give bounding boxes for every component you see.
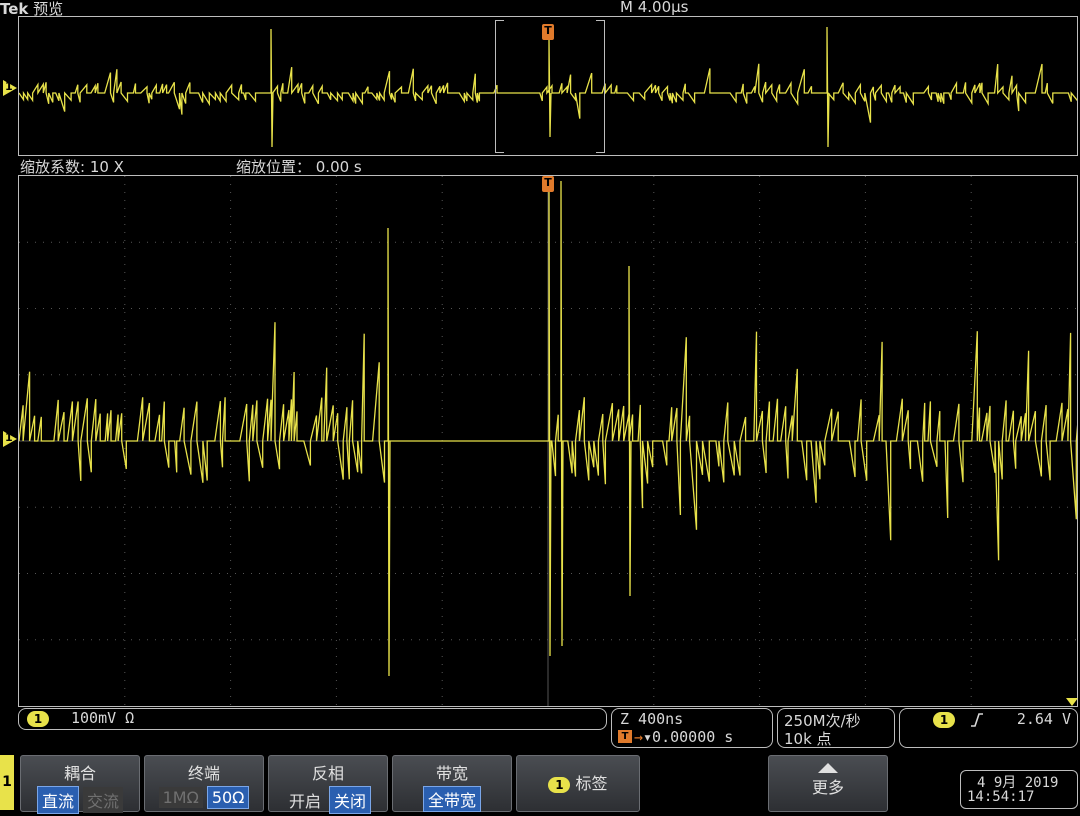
more-title: 更多 [811,778,844,797]
zoom-channel-marker[interactable]: 1 [3,431,17,447]
termination-button[interactable]: 终端 1MΩ 50Ω [144,755,264,812]
invert-button[interactable]: 反相 开启 关闭 [268,755,388,814]
trigger-source-chip: 1 [933,712,955,728]
label-channel-chip: 1 [548,776,571,793]
time: 14:54:17 [967,789,1035,805]
channel-scale: 100mV Ω [71,709,135,727]
zoom-scale: Z 400ns [620,710,684,728]
coupling-button[interactable]: 耦合 直流 交流 [20,755,140,814]
channel-chip: 1 [27,711,49,727]
bandwidth-button[interactable]: 带宽 全带宽 [392,755,512,812]
channel-readout[interactable]: 1 100mV Ω [18,708,607,730]
zoom-factor: 缩放系数: 10 X [20,158,124,176]
termination-50-option[interactable]: 50Ω [206,786,250,809]
acquisition-readout[interactable]: 250M次/秒 10k 点 [777,708,895,748]
horizontal-readout[interactable]: Z 400ns T →▾0.00000 s [611,708,773,748]
chevron-up-icon [818,763,838,773]
bandwidth-title: 带宽 [435,764,468,783]
datetime-display[interactable]: 4 9月 2019 14:54:17 [960,770,1078,809]
record-length: 10k 点 [784,730,832,748]
label-title: 标签 [575,774,608,793]
zoom-waveform [19,176,1077,706]
zoom-position: 缩放位置： 0.00 s [236,158,362,176]
trigger-level-marker [1066,698,1078,706]
bandwidth-full-option[interactable]: 全带宽 [422,786,481,812]
termination-title: 终端 [187,764,220,783]
invert-on-option[interactable]: 开启 [285,787,325,813]
invert-title: 反相 [311,764,344,783]
trigger-readout[interactable]: 1 2.64 V [899,708,1078,748]
more-button[interactable]: 更多 [768,755,888,812]
menu-channel-tab[interactable]: 1 [0,755,14,810]
rising-edge-icon [971,713,983,727]
trigger-position-icon: T [618,730,632,743]
coupling-ac-option[interactable]: 交流 [83,787,124,813]
label-button[interactable]: 1 标签 [516,755,640,812]
termination-1m-option[interactable]: 1MΩ [158,787,203,808]
coupling-title: 耦合 [63,764,96,783]
trigger-position: →▾0.00000 s [634,728,734,746]
overview-trigger-marker: T [542,24,554,40]
trigger-level: 2.64 V [1016,710,1071,728]
zoom-trigger-marker: T [542,176,554,192]
overview-channel-marker[interactable]: 1 [3,80,17,96]
timebase-readout: M 4.00µs [620,0,689,16]
zoom-waveform-panel[interactable] [18,175,1078,707]
